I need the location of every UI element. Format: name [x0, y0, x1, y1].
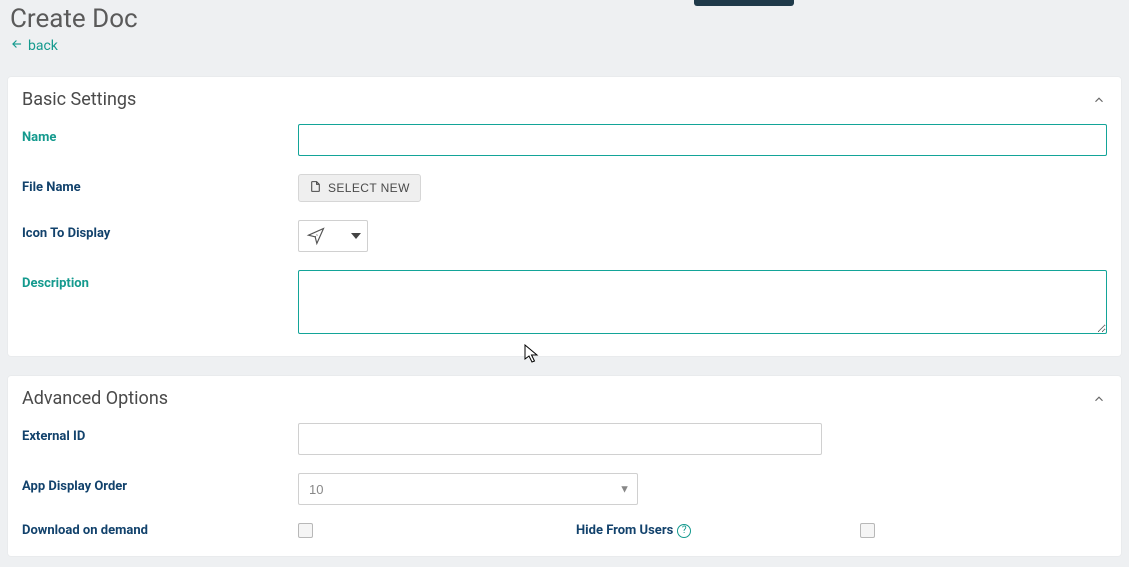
app-display-order-label: App Display Order [22, 473, 298, 494]
icon-to-display-label: Icon To Display [22, 220, 298, 241]
advanced-options-panel: Advanced Options External ID App Display… [8, 376, 1121, 556]
select-new-button[interactable]: SELECT NEW [298, 174, 421, 202]
hide-from-users-label: Hide From Users [576, 523, 673, 538]
external-id-label: External ID [22, 423, 298, 444]
top-bar-button[interactable] [694, 0, 794, 6]
collapse-advanced-button[interactable] [1091, 391, 1107, 407]
name-label: Name [22, 124, 298, 145]
icon-picker[interactable] [298, 220, 368, 252]
basic-settings-panel: Basic Settings Name File Name [8, 77, 1121, 356]
help-icon[interactable]: ? [677, 524, 691, 538]
select-new-label: SELECT NEW [328, 181, 410, 195]
basic-settings-title: Basic Settings [22, 89, 136, 110]
collapse-basic-button[interactable] [1091, 92, 1107, 108]
download-on-demand-label: Download on demand [22, 523, 148, 538]
page-title: Create Doc [10, 4, 1121, 34]
hide-from-users-checkbox[interactable] [860, 523, 875, 538]
file-icon [309, 180, 322, 196]
paper-plane-icon [305, 225, 327, 247]
back-link[interactable]: back [10, 37, 58, 55]
arrow-left-icon [10, 37, 24, 55]
advanced-options-title: Advanced Options [22, 388, 168, 409]
file-name-label: File Name [22, 174, 298, 195]
back-link-label: back [28, 38, 58, 54]
download-on-demand-checkbox[interactable] [298, 523, 313, 538]
name-input[interactable] [298, 124, 1107, 156]
description-label: Description [22, 270, 298, 291]
caret-down-icon [351, 233, 361, 239]
external-id-input[interactable] [298, 423, 822, 455]
app-display-order-select[interactable]: 10 [298, 473, 638, 505]
description-textarea[interactable] [298, 270, 1107, 334]
